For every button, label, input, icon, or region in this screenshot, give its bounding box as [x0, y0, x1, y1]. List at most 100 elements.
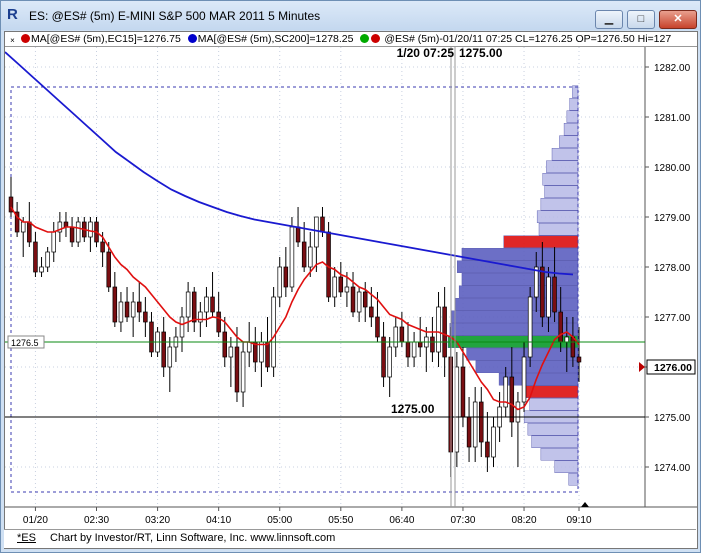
chart-panel[interactable]: × MA[@ES# (5m),EC15]=1276.75 MA[@ES# (5m)… — [4, 31, 698, 549]
candle-up — [198, 311, 203, 323]
cursor-price-label: 1276.5 — [11, 338, 39, 348]
candle-up — [271, 296, 276, 368]
x-tick-label: 05:00 — [267, 515, 292, 526]
candle-up — [344, 286, 350, 293]
y-tick-label: 1282.00 — [654, 63, 691, 74]
ma15-legend-text: MA[@ES# (5m),EC15]=1276.75 — [31, 33, 181, 45]
reference-line-label: 1275.00 — [391, 402, 435, 416]
volume-hvn-bar — [503, 235, 579, 248]
ma15-color-dot — [21, 34, 30, 43]
candle-down — [485, 441, 490, 458]
x-tick-label: 09:10 — [566, 515, 591, 526]
candle-up — [88, 221, 93, 238]
x-tick-label: 06:40 — [389, 515, 414, 526]
candle-down — [576, 356, 582, 363]
candle-up — [289, 226, 295, 288]
candle-down — [234, 346, 240, 393]
candle-down — [466, 416, 472, 448]
candle-up — [472, 401, 478, 448]
candle-down — [191, 291, 197, 323]
candle-up — [240, 351, 246, 393]
up-color-dot — [360, 34, 370, 43]
candle-down — [479, 401, 484, 443]
x-tick-label: 05:50 — [328, 515, 353, 526]
volume-profile-bar — [544, 185, 579, 198]
candle-down — [326, 231, 331, 298]
current-price-label: 1276.00 — [654, 362, 692, 374]
x-tick-label: 08:20 — [512, 515, 537, 526]
maximize-button[interactable]: □ — [627, 10, 655, 29]
candle-down — [509, 376, 515, 423]
candle-down — [222, 331, 228, 358]
candle-down — [320, 216, 325, 233]
symbol-tab[interactable]: *ES — [17, 532, 36, 544]
ma200-color-dot — [187, 34, 197, 43]
candle-up — [51, 231, 56, 253]
candle-up — [546, 276, 551, 318]
title-bar[interactable]: R ES: @ES# (5m) E-MINI S&P 500 MAR 2011 … — [1, 1, 700, 30]
x-tick-label: 01/20 — [23, 515, 48, 526]
volume-profile-bar — [546, 160, 579, 173]
candle-up — [277, 266, 282, 298]
volume-profile-bar — [540, 448, 579, 461]
candle-down — [283, 266, 289, 288]
candle-down — [33, 241, 38, 273]
candle-up — [308, 246, 313, 268]
volume-profile-bar — [527, 423, 579, 436]
chart-window: R ES: @ES# (5m) E-MINI S&P 500 MAR 2011 … — [0, 0, 701, 553]
candle-up — [228, 346, 234, 358]
candle-down — [381, 336, 386, 378]
credit-text: Chart by Investor/RT, Linn Software, Inc… — [50, 532, 336, 544]
volume-profile-bar — [455, 298, 579, 311]
legend-close-icon[interactable]: × — [8, 34, 17, 45]
candle-up — [314, 216, 319, 248]
volume-profile-bar — [559, 135, 579, 148]
volume-profile-bar — [542, 173, 579, 186]
candle-down — [570, 336, 576, 358]
volume-profile-bar — [536, 210, 579, 223]
candle-down — [301, 241, 307, 268]
candle-up — [527, 296, 533, 358]
y-tick-label: 1277.00 — [654, 313, 691, 324]
candle-down — [405, 341, 411, 358]
volume-profile-bar — [563, 123, 579, 136]
candle-down — [210, 296, 215, 313]
volume-profile-bar — [540, 198, 579, 211]
candle-up — [39, 266, 44, 273]
volume-profile-bar — [538, 223, 579, 236]
candle-up — [45, 251, 50, 268]
candle-down — [375, 316, 380, 338]
candle-up — [491, 426, 496, 458]
candle-down — [69, 226, 75, 243]
candle-down — [540, 266, 545, 318]
candle-down — [399, 326, 405, 343]
bar-info-legend-text: @ES# (5m)-01/20/11 07:25 CL=1276.25 OP=1… — [384, 33, 672, 45]
volume-profile-bar — [475, 360, 579, 373]
minimize-button[interactable]: ▁ — [595, 10, 623, 29]
candle-down — [558, 311, 563, 343]
volume-profile-bar — [458, 285, 579, 298]
y-tick-label: 1275.00 — [654, 413, 691, 424]
candle-down — [362, 291, 368, 308]
volume-profile-bar — [551, 148, 579, 161]
candle-up — [185, 291, 191, 318]
volume-profile-bar — [554, 460, 579, 473]
candle-down — [149, 321, 154, 353]
candle-up — [356, 291, 362, 313]
candle-up — [436, 306, 441, 353]
candle-up — [564, 336, 570, 343]
y-tick-label: 1279.00 — [654, 213, 691, 224]
candle-up — [515, 401, 521, 423]
candle-down — [295, 226, 301, 243]
candle-up — [454, 366, 460, 453]
price-chart[interactable]: 1276.5 1275.00 1/20 07:25 1275.00 1282.00 1… — [5, 47, 697, 545]
volume-profile-bar — [461, 273, 579, 286]
candle-down — [216, 311, 221, 333]
candle-down — [350, 286, 356, 313]
close-button[interactable]: ✕ — [659, 10, 697, 29]
candle-up — [411, 341, 417, 358]
y-tick-label: 1281.00 — [654, 113, 691, 124]
x-tick-label: 04:10 — [206, 515, 231, 526]
volume-profile-bar — [568, 473, 579, 486]
volume-profile-bar — [566, 110, 579, 123]
